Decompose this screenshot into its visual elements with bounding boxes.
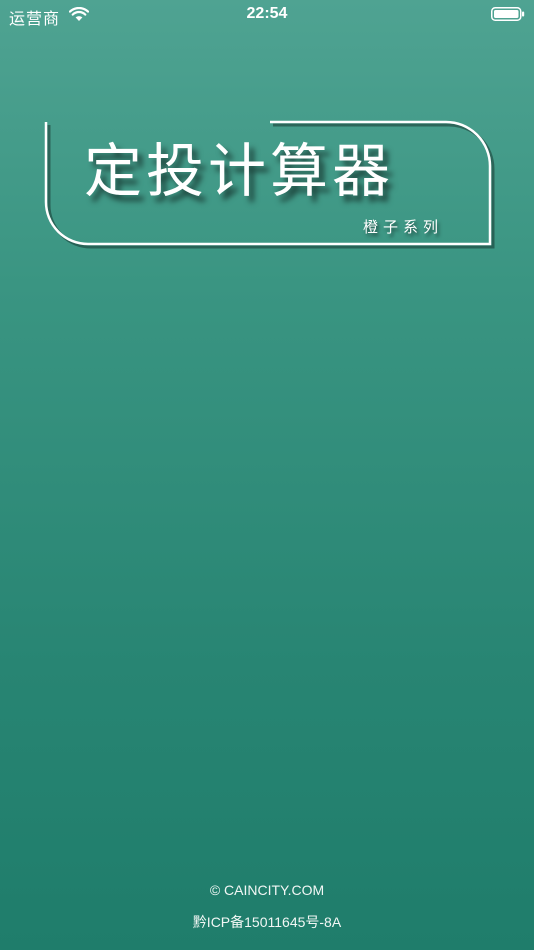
app-subtitle: 橙子系列 [363, 218, 444, 236]
app-title: 定投计算器 [84, 137, 395, 205]
battery-icon [491, 7, 525, 21]
status-bar: 运营商 22:54 [0, 0, 534, 30]
app-logo: 定投计算器 橙子系列 [44, 120, 496, 256]
footer: © CAINCITY.COM 黔ICP备15011645号-8A [0, 874, 534, 938]
copyright-text: © CAINCITY.COM [209, 882, 325, 898]
status-time: 22:54 [246, 5, 288, 22]
icp-license-text: 黔ICP备15011645号-8A [192, 914, 342, 930]
